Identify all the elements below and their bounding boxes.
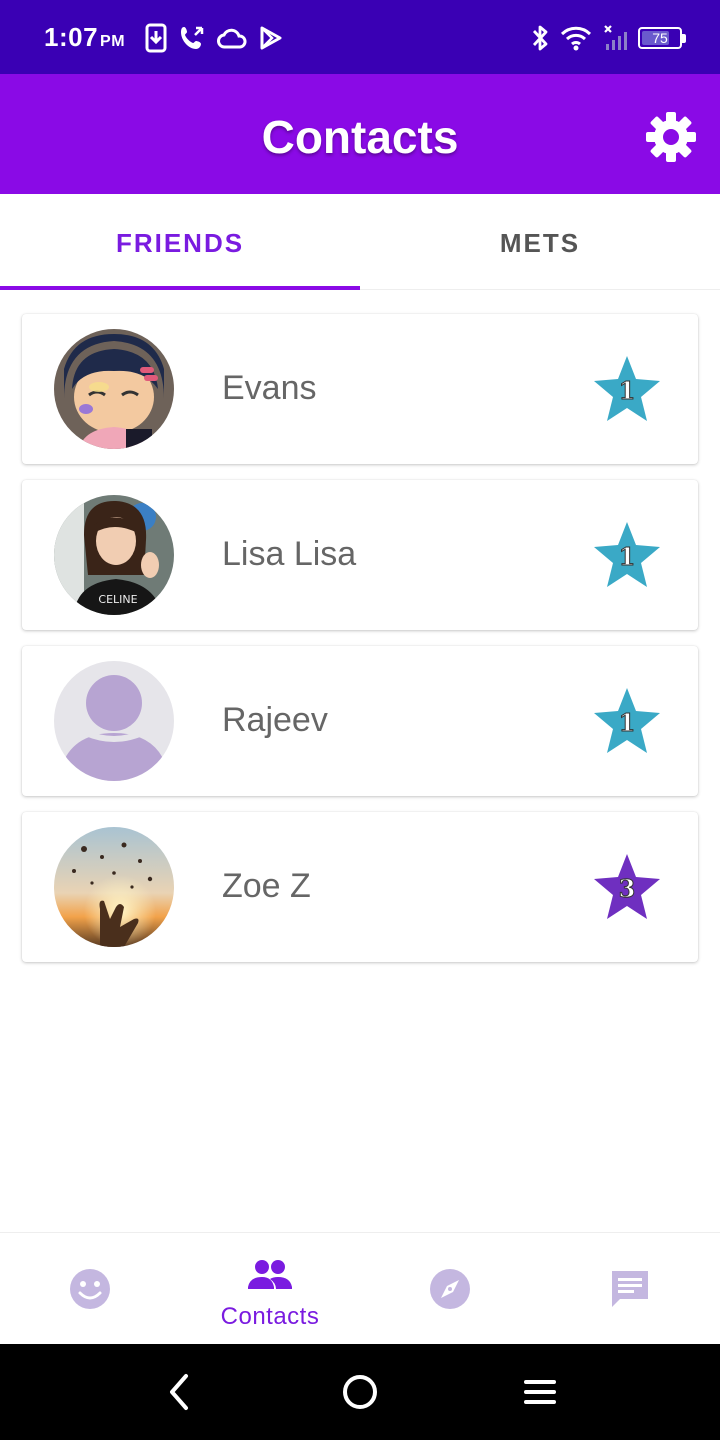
contact-name: Rajeev bbox=[222, 701, 328, 739]
bluetooth-icon bbox=[532, 25, 548, 51]
sunset-balloons-avatar-image bbox=[54, 827, 174, 947]
status-time: 1:07 PM bbox=[44, 22, 125, 53]
status-bar: 1:07 PM 75 bbox=[0, 0, 720, 74]
nav-item-contacts[interactable]: Contacts bbox=[180, 1233, 360, 1344]
avatar: CELINE bbox=[54, 495, 174, 615]
screen: 1:07 PM 75 Contacts FRIENDS METS Evans 1… bbox=[0, 0, 720, 1440]
contact-card[interactable]: Rajeev 1 bbox=[22, 646, 698, 796]
contact-name: Lisa Lisa bbox=[222, 535, 357, 573]
star-level-text: 1 bbox=[619, 708, 636, 737]
star-level-icon: 1 bbox=[594, 522, 660, 587]
tab-friends[interactable]: FRIENDS bbox=[0, 194, 360, 290]
star-level-text: 1 bbox=[619, 542, 636, 571]
star-level-icon: 3 bbox=[594, 854, 660, 919]
avatar bbox=[54, 329, 174, 449]
bottom-navigation: Contacts bbox=[0, 1232, 720, 1344]
settings-button[interactable] bbox=[644, 110, 698, 164]
home-icon[interactable] bbox=[340, 1372, 380, 1412]
status-time-value: 1:07 bbox=[44, 22, 99, 52]
star-level-text: 3 bbox=[619, 874, 636, 903]
play-store-icon bbox=[260, 26, 282, 50]
tab-bar: FRIENDS METS bbox=[0, 194, 720, 290]
photo-avatar-image: CELINE bbox=[54, 495, 174, 615]
nav-item-explore[interactable] bbox=[360, 1233, 540, 1344]
contact-card[interactable]: Evans 1 bbox=[22, 314, 698, 464]
system-navigation-bar bbox=[0, 1344, 720, 1440]
battery-indicator: 75 bbox=[638, 27, 686, 49]
battery-level-text: 75 bbox=[652, 30, 668, 46]
wifi-icon bbox=[560, 26, 592, 51]
signal-icon bbox=[604, 25, 627, 50]
back-icon[interactable] bbox=[160, 1372, 200, 1412]
star-level-icon: 1 bbox=[594, 356, 660, 421]
contact-list: Evans 1 CELINE Lisa Lisa 1 Rajeev 1 Zoe … bbox=[22, 314, 698, 978]
gear-icon bbox=[646, 112, 696, 162]
avatar bbox=[54, 661, 174, 781]
status-left-icons bbox=[144, 22, 284, 54]
smiley-icon bbox=[70, 1269, 110, 1309]
download-notification-icon bbox=[145, 23, 167, 53]
star-level-text: 1 bbox=[619, 376, 636, 405]
avatar bbox=[54, 827, 174, 947]
compass-icon bbox=[430, 1269, 470, 1309]
nav-item-messages[interactable] bbox=[540, 1233, 720, 1344]
chat-icon bbox=[612, 1271, 648, 1307]
status-right-icons: 75 bbox=[530, 22, 686, 54]
status-time-ampm: PM bbox=[100, 33, 126, 50]
contact-card[interactable]: Zoe Z 3 bbox=[22, 812, 698, 962]
contact-card[interactable]: CELINE Lisa Lisa 1 bbox=[22, 480, 698, 630]
contact-name: Evans bbox=[222, 369, 317, 407]
star-level-icon: 1 bbox=[594, 688, 660, 753]
menu-icon[interactable] bbox=[520, 1372, 560, 1412]
nav-item-profile[interactable] bbox=[0, 1233, 180, 1344]
cloud-icon bbox=[217, 28, 247, 49]
tab-mets[interactable]: METS bbox=[360, 194, 720, 289]
cartoon-avatar-image bbox=[54, 329, 174, 449]
page-title: Contacts bbox=[261, 111, 459, 163]
svg-text:CELINE: CELINE bbox=[98, 593, 137, 606]
people-icon bbox=[248, 1260, 292, 1289]
nav-label-contacts: Contacts bbox=[220, 1303, 320, 1330]
call-icon bbox=[181, 26, 204, 49]
contact-name: Zoe Z bbox=[222, 867, 311, 905]
app-bar: Contacts bbox=[0, 74, 720, 194]
default-person-avatar-icon bbox=[54, 661, 174, 781]
